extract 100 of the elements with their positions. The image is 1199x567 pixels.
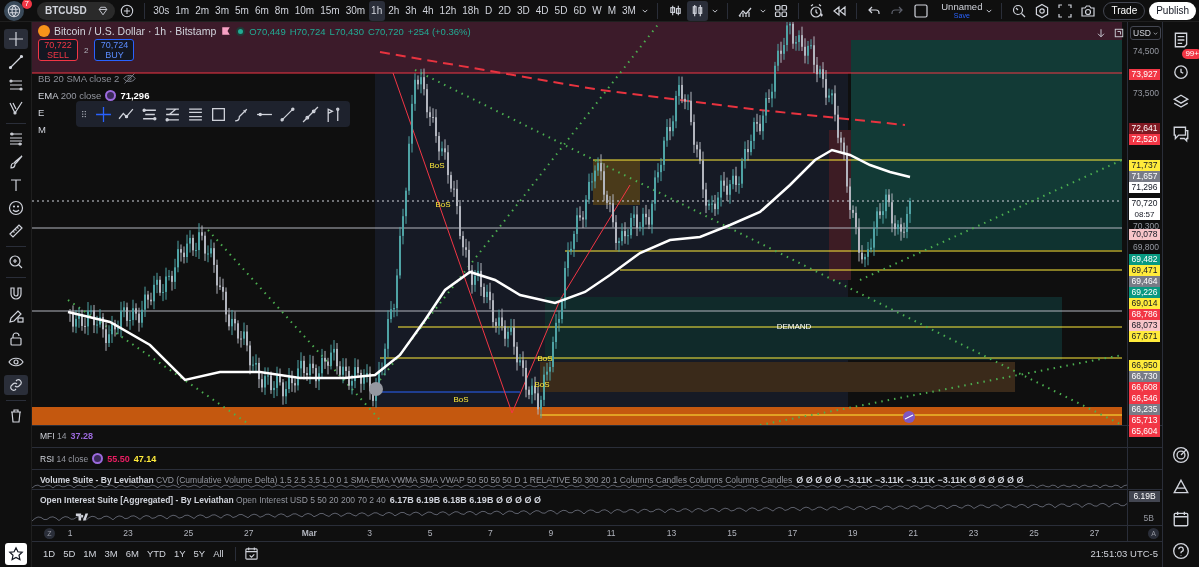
interval-button[interactable]: 15m	[317, 0, 343, 21]
calendar-icon[interactable]	[243, 546, 259, 561]
structure-label: BoS	[435, 199, 451, 209]
segment-icon[interactable]	[302, 105, 319, 123]
eye-off-icon[interactable]	[123, 72, 137, 85]
range-button[interactable]: 1Y	[170, 544, 189, 563]
interval-button[interactable]: W	[589, 0, 605, 21]
price-tag: 6.19B	[1129, 491, 1160, 502]
range-button[interactable]: 5D	[60, 544, 79, 563]
interval-button[interactable]: 18h	[459, 0, 482, 21]
help-icon	[1172, 542, 1190, 560]
interval-button[interactable]: 12h	[437, 0, 459, 21]
price-tag: 66,730	[1129, 370, 1160, 382]
range-button[interactable]: 3M	[101, 544, 121, 563]
price-tag: 69,226	[1129, 287, 1160, 299]
price-tag: 72,520	[1129, 133, 1160, 145]
price-tag: 65,604	[1129, 425, 1160, 437]
flag-icon[interactable]	[220, 25, 233, 37]
interval-button[interactable]: 3h	[402, 0, 419, 21]
price-tag: 66,235	[1129, 403, 1160, 415]
interval-button[interactable]: 30s	[150, 0, 172, 21]
interval-button[interactable]: 3D	[514, 0, 533, 21]
date-label: Mar	[301, 528, 317, 538]
grid-icon[interactable]	[773, 2, 790, 19]
price-tag: 72,641	[1129, 122, 1160, 134]
interval-button[interactable]: 1h	[368, 0, 385, 21]
price-tag: 71,657	[1129, 171, 1160, 183]
interval-button[interactable]: 1m	[172, 0, 192, 21]
currency-dropdown[interactable]: USD	[1130, 26, 1161, 40]
arrow-down-icon[interactable]	[1095, 27, 1107, 39]
indicator-value: Ø Ø Ø Ø Ø −3.11K −3.11K −3.11K −3.11K Ø Ø Ø Ø Ø Ø	[796, 475, 1024, 485]
date-label: 13	[666, 528, 677, 538]
interval-button[interactable]: 30m	[343, 0, 368, 21]
search-icon[interactable]	[1011, 2, 1028, 19]
magnet-icon	[7, 285, 24, 301]
range-button[interactable]: 5Y	[190, 544, 209, 563]
indicator-label: M	[38, 124, 46, 135]
settings-icon[interactable]	[1034, 2, 1051, 19]
interval-button[interactable]: 6m	[252, 0, 272, 21]
interval-button[interactable]: 3M	[619, 0, 639, 21]
drawing-tool-button[interactable]	[3, 29, 28, 49]
layers-icon	[1172, 93, 1190, 111]
chart-type-button[interactable]	[686, 0, 709, 21]
user-avatar[interactable]	[4, 0, 24, 21]
drawing-tool-button[interactable]	[3, 375, 28, 395]
alarm-clock-icon[interactable]	[808, 2, 825, 19]
price-tag: 73,927	[1129, 69, 1160, 81]
crosshair-icon[interactable]	[95, 105, 112, 123]
price-tag: 69,482	[1129, 254, 1160, 266]
pin-icon[interactable]	[325, 105, 342, 123]
interval-button[interactable]: 2h	[385, 0, 402, 21]
buy-button[interactable]: 70,724 BUY	[94, 39, 135, 61]
price-tick: 74,500	[1133, 45, 1159, 57]
interval-button[interactable]: 2m	[192, 0, 212, 21]
interval-button[interactable]: 8m	[272, 0, 292, 21]
range-button[interactable]: 1D	[40, 544, 59, 563]
publish-button[interactable]: Publish	[1149, 1, 1196, 20]
interval-button[interactable]: 4D	[533, 0, 552, 21]
indicator-icon	[92, 453, 104, 464]
price-tag: 67,671	[1129, 331, 1160, 343]
clock-text[interactable]: 21:51:03 UTC-5	[1090, 548, 1158, 559]
interval-button[interactable]: 6D	[570, 0, 589, 21]
date-label: 1	[67, 528, 73, 538]
price-tag: 68,786	[1129, 309, 1160, 321]
camera-icon[interactable]	[1080, 2, 1097, 19]
range-button[interactable]: All	[210, 544, 227, 563]
anchor-handle	[369, 382, 383, 396]
interval-button[interactable]: 3m	[212, 0, 232, 21]
sell-button[interactable]: 70,722 SELL	[38, 39, 78, 61]
range-button[interactable]: 1M	[80, 544, 100, 563]
indicator-value: 6.17B 6.19B 6.18B 6.19B Ø Ø Ø Ø Ø	[389, 495, 541, 505]
interval-button[interactable]: 5D	[552, 0, 570, 21]
smiley-icon	[7, 200, 24, 216]
indicator-value: 37.28	[70, 431, 93, 441]
alarm-clock-icon	[1172, 62, 1190, 80]
rectangle-icon[interactable]	[210, 105, 227, 123]
range-button[interactable]: 6M	[122, 544, 142, 563]
interval-button[interactable]: D	[482, 0, 495, 21]
interval-button[interactable]: 5m	[232, 0, 252, 21]
price-tag: 66,546	[1129, 392, 1160, 404]
range-button[interactable]: YTD	[143, 544, 169, 563]
interval-button[interactable]: 4h	[419, 0, 437, 21]
price-tag: 70,720 08:57	[1129, 197, 1160, 220]
zoom-icon	[7, 254, 24, 270]
restore-icon[interactable]	[1113, 27, 1125, 39]
fork-icon	[7, 100, 24, 116]
interval-button[interactable]: M	[605, 0, 619, 21]
symbol-search-field[interactable]: BTCUSD	[37, 1, 116, 20]
candles-icon	[667, 3, 683, 18]
line-icon[interactable]	[279, 105, 296, 123]
square-icon[interactable]	[913, 2, 930, 19]
plus-circle-icon	[119, 3, 134, 18]
favorites-button[interactable]	[4, 543, 27, 565]
notification-badge: 99+	[1182, 49, 1199, 59]
candles-icon	[690, 3, 705, 18]
fullscreen-icon[interactable]	[1057, 2, 1074, 19]
layout-name-text[interactable]: Unnamed	[941, 1, 983, 11]
interval-button[interactable]: 2D	[495, 0, 514, 21]
interval-button[interactable]: 10m	[292, 0, 317, 21]
list-icon	[1172, 31, 1190, 49]
